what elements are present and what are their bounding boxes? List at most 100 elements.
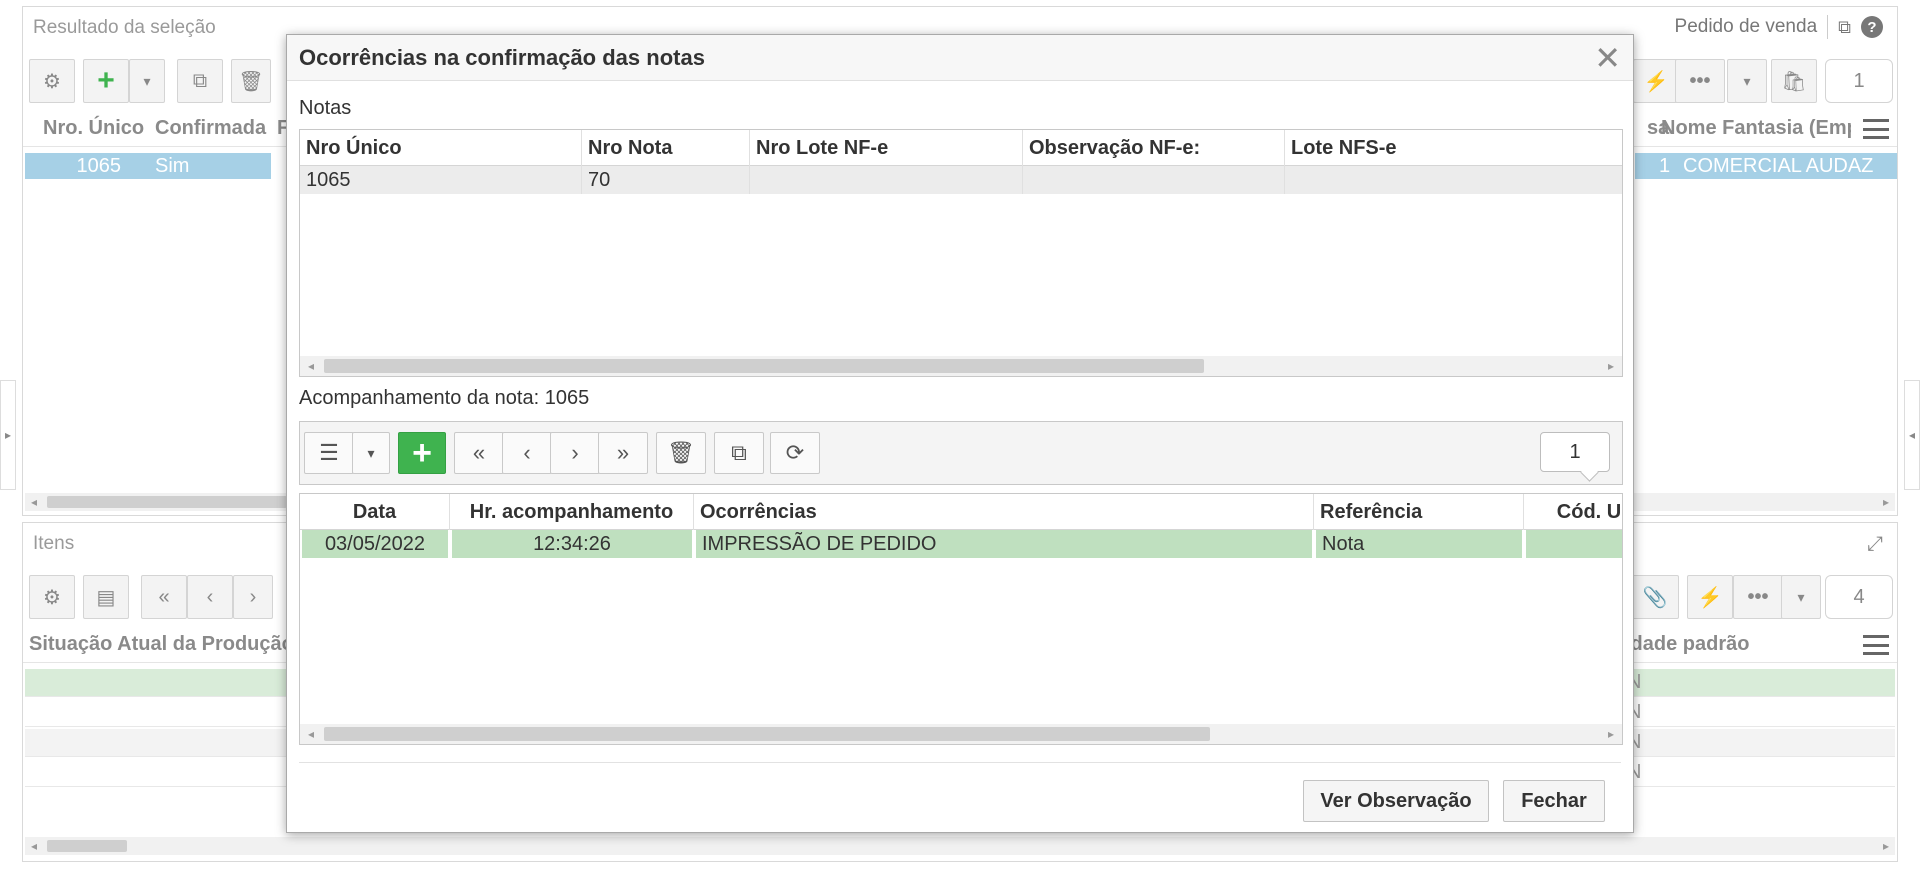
col-data[interactable]: Data <box>300 494 450 530</box>
col-referencia[interactable]: Referência <box>1314 494 1524 530</box>
items-page-box[interactable]: 4 <box>1825 575 1893 619</box>
cell-cod-u <box>1526 530 1622 558</box>
cell-confirmada: Sim <box>155 154 190 177</box>
view-dropdown-button[interactable]: ▾ <box>352 432 390 474</box>
col-unidade-padrao[interactable]: idade padrão <box>1625 633 1749 656</box>
selected-row[interactable]: 1065 Sim N <box>25 153 289 179</box>
next-record-button[interactable]: › <box>550 432 600 474</box>
scroll-thumb[interactable] <box>47 496 287 508</box>
scroll-right-arrow[interactable]: ▸ <box>1883 493 1889 511</box>
left-collapse-tab[interactable]: ▸ <box>0 380 16 490</box>
cell-nome-fantasia: COMERCIAL AUDAZ <box>1683 154 1874 177</box>
chevron-left-icon: ‹ <box>523 440 531 465</box>
duplicate-button[interactable]: ⧉ <box>177 59 223 103</box>
first-record-button[interactable]: « <box>454 432 504 474</box>
col-situacao[interactable]: Situação Atual da Produção <box>29 633 294 656</box>
attach-button[interactable]: 📎 <box>1631 575 1679 619</box>
notas-label: Notas <box>299 97 352 119</box>
acomp-hscroll[interactable]: ◂ ▸ <box>300 724 1622 744</box>
items-next-button[interactable]: › <box>233 575 273 619</box>
plus-icon: + <box>97 64 115 97</box>
cell-right-partial: 1 <box>1659 154 1671 177</box>
scroll-thumb[interactable] <box>47 840 127 852</box>
footer-divider <box>299 762 1621 763</box>
selected-row-right[interactable]: 1 COMERCIAL AUDAZ <box>1635 153 1897 179</box>
cell-nro-unico: 1065 <box>76 154 122 177</box>
column-menu-icon[interactable] <box>1863 119 1889 139</box>
notas-grid: Nro Único Nro Nota Nro Lote NF-e Observa… <box>299 129 1623 377</box>
ver-observacao-button[interactable]: Ver Observação <box>1303 780 1489 822</box>
add-button[interactable]: + <box>398 432 446 474</box>
col-lote-nfse[interactable]: Lote NFS-e <box>1285 130 1622 166</box>
new-window-icon[interactable]: ⧉ <box>1838 17 1851 38</box>
last-record-button[interactable]: » <box>598 432 648 474</box>
fechar-button[interactable]: Fechar <box>1503 780 1605 822</box>
add-button[interactable]: + <box>83 59 129 103</box>
scroll-right-arrow[interactable]: ▸ <box>1608 356 1614 376</box>
delete-button[interactable]: 🗑 <box>656 432 706 474</box>
acomp-grid-header: Data Hr. acompanhamento Ocorrências Refe… <box>300 494 1622 530</box>
plus-icon: + <box>412 433 432 472</box>
col-confirmada[interactable]: Confirmada <box>155 117 266 140</box>
table-row[interactable]: 03/05/2022 12:34:26 IMPRESSÃO DE PEDIDO … <box>300 530 1622 558</box>
scroll-left-arrow[interactable]: ◂ <box>308 724 314 744</box>
close-icon[interactable]: ✕ <box>1594 39 1621 77</box>
scroll-left-arrow[interactable]: ◂ <box>31 837 37 855</box>
double-chevron-right-icon: » <box>616 440 630 465</box>
notas-hscroll[interactable]: ◂ ▸ <box>300 356 1622 376</box>
items-more-dropdown[interactable]: ▾ <box>1781 575 1821 619</box>
items-more-button[interactable]: ••• <box>1733 575 1783 619</box>
col-cod-u[interactable]: Cód. U <box>1524 494 1622 530</box>
double-chevron-left-icon: « <box>472 440 486 465</box>
items-first-button[interactable]: « <box>141 575 187 619</box>
scroll-right-arrow[interactable]: ▸ <box>1883 837 1889 855</box>
col-nome-fantasia[interactable]: Nome Fantasia (Empre <box>1661 117 1851 140</box>
list-icon: ☰ <box>319 440 339 465</box>
cell-ocorrencia: IMPRESSÃO DE PEDIDO <box>696 530 1312 558</box>
col-nro-lote-nfe[interactable]: Nro Lote NF-e <box>750 130 1023 166</box>
lightning-button[interactable]: ⚡ <box>1633 59 1679 103</box>
list-view-button[interactable]: ☰ <box>304 432 354 474</box>
col-observacao-nfe[interactable]: Observação NF-e: <box>1023 130 1285 166</box>
page-number-box[interactable]: 1 <box>1540 432 1610 472</box>
right-collapse-tab[interactable]: ◂ <box>1904 380 1920 490</box>
items-settings-button[interactable]: ⚙ <box>29 575 75 619</box>
col-ocorrencias[interactable]: Ocorrências <box>694 494 1314 530</box>
scroll-left-arrow[interactable]: ◂ <box>31 493 37 511</box>
previous-record-button[interactable]: ‹ <box>502 432 552 474</box>
items-lightning-button[interactable]: ⚡ <box>1687 575 1733 619</box>
items-prev-button[interactable]: ‹ <box>187 575 233 619</box>
items-form-button[interactable]: ▤ <box>83 575 129 619</box>
scroll-thumb[interactable] <box>324 727 1210 741</box>
scroll-left-arrow[interactable]: ◂ <box>308 356 314 376</box>
trash-icon: 🗑 <box>667 440 695 465</box>
copy-icon: ⧉ <box>731 440 747 465</box>
acompanhamento-grid: Data Hr. acompanhamento Ocorrências Refe… <box>299 493 1623 745</box>
cell-lote-nfse <box>1285 166 1622 194</box>
col-nro-unico[interactable]: Nro. Único <box>43 117 144 140</box>
occurrences-dialog: Ocorrências na confirmação das notas ✕ N… <box>286 34 1634 833</box>
scroll-thumb[interactable] <box>324 359 1204 373</box>
scroll-right-arrow[interactable]: ▸ <box>1608 724 1614 744</box>
more-dropdown-button[interactable]: ▾ <box>1727 59 1767 103</box>
col-hr-acompanhamento[interactable]: Hr. acompanhamento <box>450 494 694 530</box>
items-column-menu-icon[interactable] <box>1863 635 1889 655</box>
page-number-box[interactable]: 1 <box>1825 59 1893 103</box>
refresh-button[interactable]: ⟳ <box>770 432 820 474</box>
selection-result-title: Resultado da seleção <box>33 17 216 38</box>
bag-button[interactable]: 🛍 <box>1771 59 1817 103</box>
cell-observacao <box>1023 166 1285 194</box>
delete-button[interactable]: 🗑 <box>231 59 271 103</box>
expand-icon[interactable]: ⤢ <box>1867 533 1883 556</box>
duplicate-button[interactable]: ⧉ <box>714 432 764 474</box>
col-nro-nota[interactable]: Nro Nota <box>582 130 750 166</box>
col-nro-unico[interactable]: Nro Único <box>300 130 582 166</box>
cell-hora: 12:34:26 <box>452 530 692 558</box>
help-icon[interactable]: ? <box>1861 16 1883 38</box>
settings-button[interactable]: ⚙ <box>29 59 75 103</box>
items-hscroll[interactable]: ◂ ▸ <box>25 837 1895 855</box>
add-dropdown-button[interactable]: ▾ <box>129 59 165 103</box>
more-button[interactable]: ••• <box>1675 59 1725 103</box>
table-row[interactable]: 1065 70 <box>300 166 1622 194</box>
cell-data: 03/05/2022 <box>302 530 448 558</box>
